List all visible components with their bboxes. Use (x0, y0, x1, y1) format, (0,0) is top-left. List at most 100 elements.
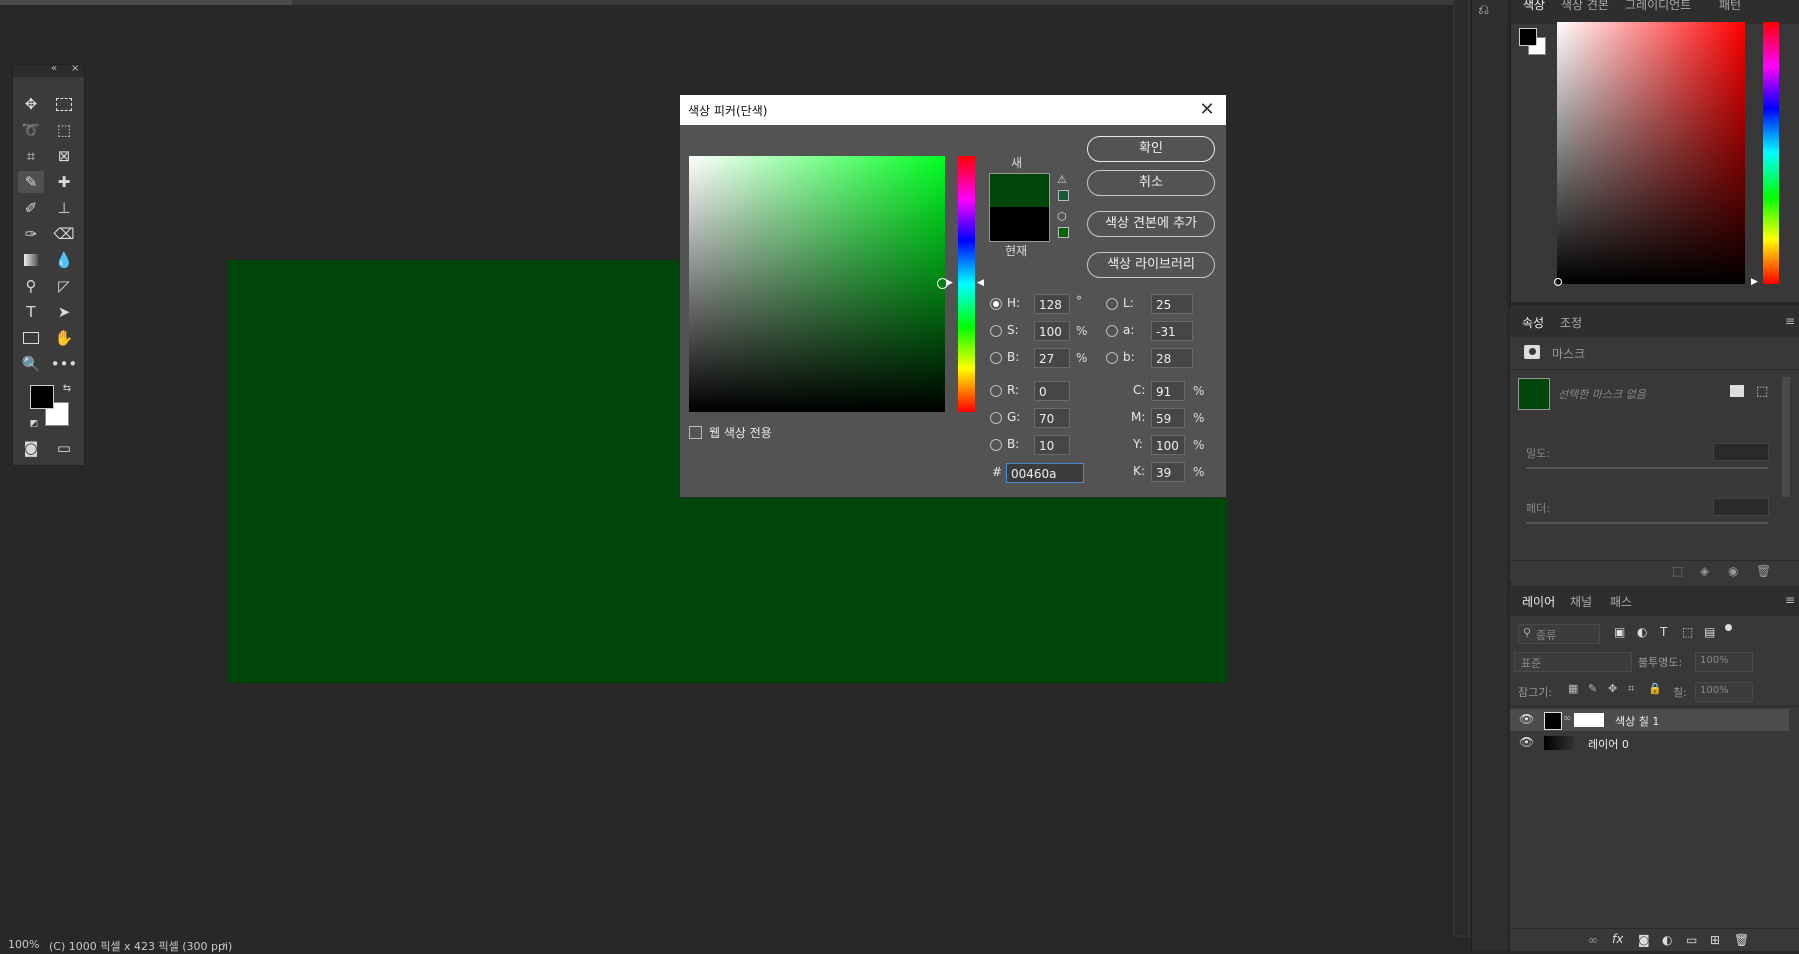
status-menu-arrow[interactable]: › (222, 938, 226, 951)
frame-tool-icon[interactable]: ⊠ (51, 145, 77, 167)
brightness-radio[interactable] (990, 352, 1002, 364)
vector-mask-icon[interactable]: ⬚ (1756, 384, 1768, 399)
tab-adjustments[interactable]: 조정 (1560, 314, 1582, 331)
lightness-radio[interactable] (1106, 298, 1118, 310)
blur-tool-icon[interactable]: 💧 (51, 249, 77, 271)
delete-layer-icon[interactable]: 🗑 (1734, 933, 1749, 947)
zoom-level[interactable]: 100% (8, 938, 39, 951)
delete-mask-icon[interactable]: 🗑 (1756, 564, 1771, 578)
load-selection-icon[interactable]: ⬚ (1672, 564, 1683, 578)
opacity-field[interactable]: 100% (1695, 652, 1753, 672)
color-panel-field[interactable] (1557, 22, 1745, 284)
color-panel-hue-slider[interactable] (1763, 22, 1779, 284)
pixel-filter-icon[interactable]: ▣ (1614, 625, 1625, 639)
fx-icon[interactable]: fx (1612, 932, 1623, 946)
hex-input[interactable]: 00460a (1006, 463, 1084, 483)
black-input[interactable]: 39 (1151, 462, 1185, 482)
add-mask-icon[interactable]: ◙ (1638, 933, 1650, 947)
eraser-tool-icon[interactable]: ⌫ (51, 223, 77, 245)
adjustment-layer-icon[interactable]: ◐ (1662, 933, 1672, 947)
layer-name[interactable]: 색상 칠 1 (1615, 713, 1659, 729)
yellow-input[interactable]: 100 (1151, 435, 1185, 455)
collapse-icon[interactable]: « (51, 63, 57, 74)
a-channel-radio[interactable] (1106, 325, 1118, 337)
eye-icon[interactable]: 👁 (1519, 712, 1534, 726)
current-color-swatch[interactable] (989, 207, 1050, 242)
path-select-tool-icon[interactable]: ➤ (51, 301, 77, 323)
saturation-brightness-field[interactable] (689, 156, 945, 412)
pixel-mask-icon[interactable] (1730, 385, 1744, 397)
close-icon[interactable]: ✕ (1196, 99, 1218, 121)
link-icon[interactable]: ∞ (1563, 713, 1571, 724)
tab-layers[interactable]: 레이어 (1513, 589, 1564, 613)
lightness-input[interactable]: 25 (1151, 294, 1193, 314)
red-input[interactable]: 0 (1034, 381, 1070, 401)
layers-menu-icon[interactable]: ≡ (1785, 593, 1795, 607)
shape-filter-icon[interactable]: ⬚ (1682, 625, 1693, 639)
lasso-tool-icon[interactable]: ➰ (18, 119, 44, 141)
screen-mode-icon[interactable]: ▭ (51, 437, 77, 459)
hand-tool-icon[interactable]: ✋ (51, 327, 77, 349)
smart-object-filter-icon[interactable]: ▤ (1704, 625, 1715, 639)
blue-radio[interactable] (990, 439, 1002, 451)
clone-stamp-tool-icon[interactable]: ⊥ (51, 197, 77, 219)
magenta-input[interactable]: 59 (1151, 408, 1185, 428)
more-tools-icon[interactable]: ••• (51, 353, 78, 375)
hue-radio[interactable] (990, 298, 1002, 310)
move-tool-icon[interactable]: ✥ (18, 93, 44, 115)
active-document-tab[interactable] (0, 0, 292, 5)
hue-slider[interactable] (958, 156, 975, 412)
blend-mode-select[interactable]: 표준 (1514, 652, 1632, 672)
tab-swatches[interactable]: 색상 견본 (1561, 0, 1609, 13)
gamut-color-swatch[interactable] (1058, 190, 1069, 201)
cyan-input[interactable]: 91 (1151, 381, 1185, 401)
properties-menu-icon[interactable]: ≡ (1785, 314, 1795, 328)
red-radio[interactable] (990, 385, 1002, 397)
brightness-input[interactable]: 27 (1034, 348, 1070, 368)
lock-artboard-icon[interactable]: ⌗ (1628, 682, 1634, 696)
layer-filter-select[interactable]: ⚲ 종류 (1518, 624, 1600, 644)
group-folder-icon[interactable]: ▭ (1686, 933, 1697, 947)
tab-gradients[interactable]: 그레이디언트 (1625, 0, 1691, 13)
feather-slider[interactable] (1526, 522, 1768, 524)
rectangle-tool-icon[interactable] (18, 327, 44, 349)
web-colors-only-checkbox[interactable] (689, 426, 702, 439)
saturation-radio[interactable] (990, 325, 1002, 337)
properties-scrollbar[interactable] (1782, 377, 1790, 497)
default-colors-icon[interactable]: ◩ (27, 417, 41, 431)
green-input[interactable]: 70 (1034, 408, 1070, 428)
lock-image-icon[interactable]: ✎ (1588, 682, 1597, 695)
web-safe-color-swatch[interactable] (1058, 227, 1069, 238)
mask-thumbnail[interactable] (1518, 378, 1550, 410)
pen-tool-icon[interactable]: ◸ (51, 275, 77, 297)
link-layers-icon[interactable]: ∞ (1588, 933, 1598, 947)
toolbox-header[interactable]: « × (13, 63, 84, 77)
color-libraries-button[interactable]: 색상 라이브러리 (1087, 252, 1215, 278)
hue-slider-left-arrow-icon[interactable]: ▶ (946, 278, 953, 288)
crop-tool-icon[interactable]: ⌗ (18, 145, 44, 167)
foreground-color-swatch[interactable] (30, 385, 54, 409)
hue-slider-right-arrow-icon[interactable]: ◀ (977, 278, 984, 288)
lock-all-icon[interactable]: 🔒 (1648, 682, 1662, 695)
hue-input[interactable]: 128 (1034, 294, 1070, 314)
color-panel-hue-arrow-icon[interactable]: ▶ (1751, 277, 1758, 287)
visibility-icon[interactable]: ◉ (1728, 564, 1738, 578)
green-radio[interactable] (990, 412, 1002, 424)
eyedropper-tool-icon[interactable]: ✎ (18, 171, 44, 193)
zoom-tool-icon[interactable]: 🔍 (18, 353, 44, 375)
b-channel-radio[interactable] (1106, 352, 1118, 364)
density-slider[interactable] (1526, 467, 1768, 469)
tab-color[interactable]: 색상 (1514, 0, 1554, 16)
adjustment-filter-icon[interactable]: ◐ (1637, 625, 1647, 639)
gradient-tool-icon[interactable] (18, 249, 44, 271)
add-to-swatches-button[interactable]: 색상 견본에 추가 (1087, 211, 1215, 237)
color-panel-marker[interactable] (1554, 278, 1562, 286)
b-channel-input[interactable]: 28 (1151, 348, 1193, 368)
cancel-button[interactable]: 취소 (1087, 170, 1215, 196)
close-icon[interactable]: × (71, 63, 79, 74)
history-panel-icon[interactable]: ⎌ (1478, 2, 1500, 20)
dialog-title-bar[interactable]: 색상 피커(단색) ✕ (680, 95, 1226, 125)
dodge-tool-icon[interactable]: ⚲ (18, 275, 44, 297)
web-safe-cube-icon[interactable]: ⬡ (1057, 210, 1067, 223)
swap-colors-icon[interactable]: ⇆ (60, 381, 74, 395)
